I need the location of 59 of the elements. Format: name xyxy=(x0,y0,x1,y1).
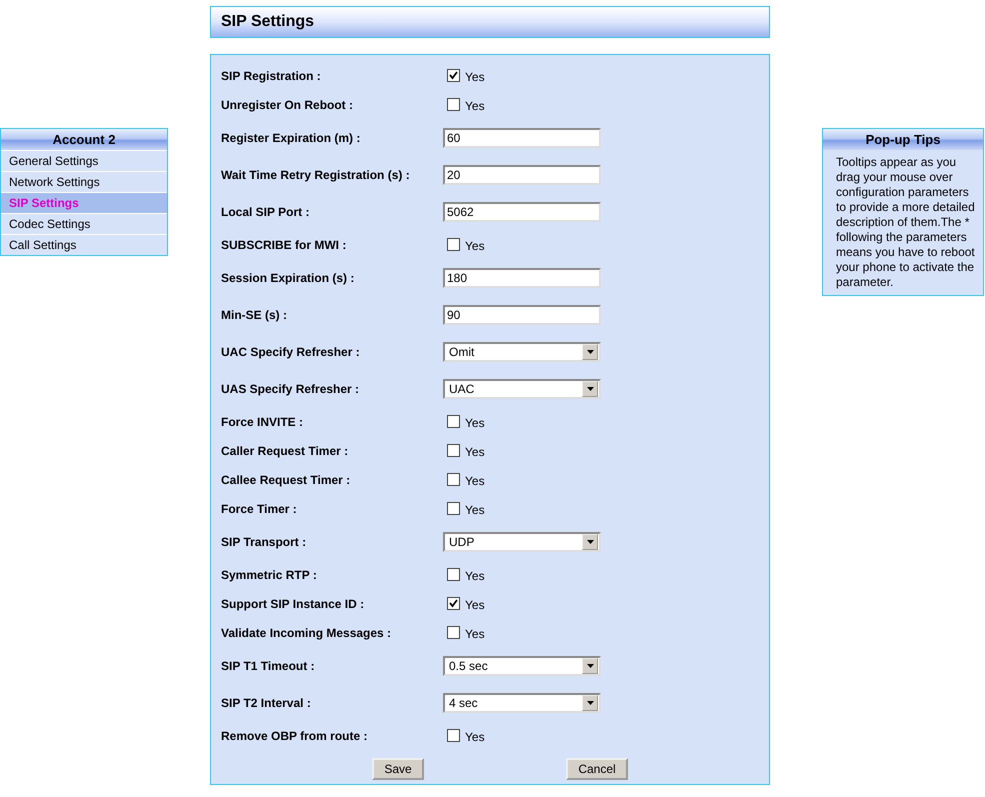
setting-label: SIP Registration : xyxy=(221,68,322,82)
setting-label: UAS Specify Refresher : xyxy=(221,382,360,396)
checkbox[interactable] xyxy=(447,415,460,428)
checkbox-label: Yes xyxy=(465,239,485,253)
dropdown[interactable]: UAC xyxy=(443,378,601,398)
checkbox[interactable] xyxy=(447,626,460,639)
dropdown[interactable]: 0.5 sec xyxy=(443,656,601,676)
setting-label: Min-SE (s) : xyxy=(221,308,288,322)
setting-label: Symmetric RTP : xyxy=(221,568,318,582)
checkbox[interactable] xyxy=(447,238,460,251)
input-field[interactable]: 90 xyxy=(443,304,601,324)
checkbox[interactable] xyxy=(447,444,460,457)
setting-label: Remove OBP from route : xyxy=(221,728,368,742)
setting-label: Wait Time Retry Registration (s) : xyxy=(221,168,411,182)
input-field[interactable]: 180 xyxy=(443,268,601,288)
setting-label: SIP T1 Timeout : xyxy=(221,658,316,672)
checkbox[interactable] xyxy=(447,597,460,610)
checkbox[interactable] xyxy=(447,473,460,486)
setting-label: Validate Incoming Messages : xyxy=(221,626,392,640)
tips-title: Pop-up Tips xyxy=(823,129,983,150)
menu-title: Account 2 xyxy=(1,129,167,150)
setting-label: Force INVITE : xyxy=(221,414,304,428)
setting-label: UAC Specify Refresher : xyxy=(221,344,361,358)
dropdown[interactable]: UDP xyxy=(443,532,601,552)
checkbox-label: Yes xyxy=(465,99,485,113)
setting-label: Force Timer : xyxy=(221,502,298,516)
checkbox-label: Yes xyxy=(465,569,485,583)
checkbox-label: Yes xyxy=(465,503,485,517)
setting-label: Session Expiration (s) : xyxy=(221,270,356,284)
save-button[interactable]: Save xyxy=(372,758,424,780)
setting-label: Register Expiration (m) : xyxy=(221,130,362,144)
checkbox-label: Yes xyxy=(465,70,485,84)
setting-label: SIP Transport : xyxy=(221,534,308,548)
checkbox-label: Yes xyxy=(465,730,485,744)
dropdown[interactable]: 4 sec xyxy=(443,692,601,712)
checkbox[interactable] xyxy=(447,98,460,111)
input-field[interactable]: 20 xyxy=(443,164,601,184)
checkbox-label: Yes xyxy=(465,445,485,459)
checkbox[interactable] xyxy=(447,729,460,742)
setting-label: Support SIP Instance ID : xyxy=(221,596,366,610)
page-title: SIP Settings xyxy=(210,6,770,38)
dropdown[interactable]: Omit xyxy=(443,342,601,362)
setting-label: Unregister On Reboot : xyxy=(221,98,354,112)
checkbox[interactable] xyxy=(447,568,460,581)
setting-label: SIP T2 Interval : xyxy=(221,696,312,710)
setting-label: Local SIP Port : xyxy=(221,204,310,218)
checkbox-label: Yes xyxy=(465,598,485,612)
checkbox[interactable] xyxy=(447,502,460,515)
checkbox-label: Yes xyxy=(465,474,485,488)
setting-label: Caller Request Timer : xyxy=(221,444,350,458)
checkbox-label: Yes xyxy=(465,627,485,641)
cancel-button[interactable]: Cancel xyxy=(566,758,628,780)
setting-label: SUBSCRIBE for MWI : xyxy=(221,238,348,252)
setting-label: Callee Request Timer : xyxy=(221,472,352,486)
tips-text: Tooltips appear as you drag your mouse over configuration parameters to provide a more detailed description of them.The * following the parameters means you have to reboot your phone to activate the parameter. xyxy=(835,154,976,291)
checkbox[interactable] xyxy=(447,69,460,82)
input-field[interactable]: 5062 xyxy=(443,202,601,222)
input-field[interactable]: 60 xyxy=(443,128,601,148)
checkbox-label: Yes xyxy=(465,416,485,430)
